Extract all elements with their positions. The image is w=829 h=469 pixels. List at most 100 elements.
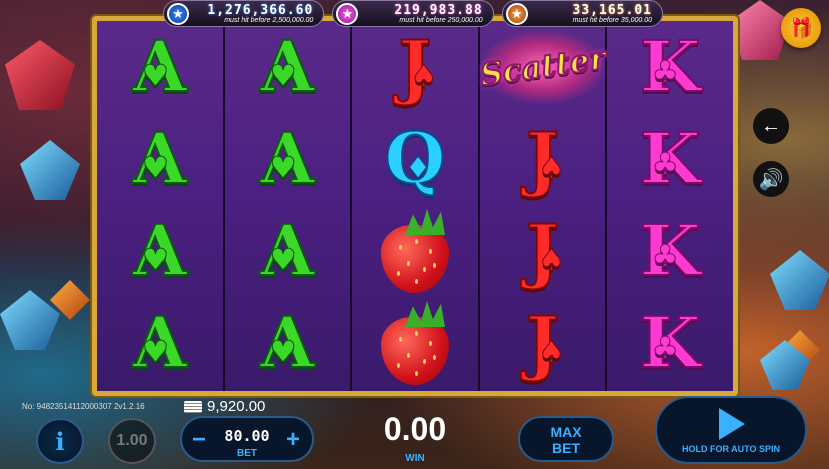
ticket-number: No: 94823514112000307 2v1.2.16 [22,402,145,411]
reel-2: A ♥ A ♥ A ♥ A ♥ [224,21,353,391]
symbol-letter: J ♠ [525,209,565,292]
suit-icon: ♠ [538,151,566,186]
spin-button[interactable]: HOLD FOR AUTO SPIN [655,396,807,464]
jackpot-major: ★ 219,983.88 must hit before 250,000.00 [332,0,494,27]
reel-1: A ♥ A ♥ A ♥ A ♥ [97,21,225,391]
speaker-icon[interactable]: 🔊 [753,161,789,197]
symbol-letter: Q ♦ [383,117,446,200]
symbol-letter: A ♥ [132,301,188,384]
symbol-letter: A ♥ [259,301,315,384]
jackpot-minor: ★ 33,165.01 must hit before 35,000.00 [501,0,663,27]
symbol-k: K ♣ [607,21,733,113]
suit-icon: ♥ [142,335,170,370]
symbol-a: A ♥ [225,21,351,113]
symbol-letter: A ♥ [259,209,315,292]
suit-icon: ♥ [269,243,297,278]
symbol-letter: A ♥ [132,25,188,108]
reel-5: K ♣ K ♣ K ♣ K ♣ [607,21,733,391]
info-button[interactable]: i [36,418,84,464]
reels: A ♥ A ♥ A ♥ A ♥ A ♥ A ♥ A ♥ A ♥ J ♠ Q ♦ Scatter J ♠ J ♠ J ♠ K ♣ K ♣ K ♣ K… [97,21,733,391]
gift-icon[interactable]: 🎁 [781,8,821,48]
balance-display: 9,920.00 [184,398,265,415]
reel-frame: A ♥ A ♥ A ♥ A ♥ A ♥ A ♥ A ♥ A ♥ J ♠ Q ♦ Scatter J ♠ J ♠ J ♠ K ♣ K ♣ K ♣ K… [92,16,738,396]
bet-increase-button[interactable]: + [286,426,300,454]
symbol-strawberry [352,205,478,297]
symbol-a: A ♥ [97,205,223,297]
star-icon: ★ [336,3,359,25]
symbol-letter: K ♣ [639,117,702,200]
jackpot-note: must hit before 35,000.00 [572,17,652,24]
bet-control: − 80.00 BET + [180,416,314,462]
symbol-letter: A ♥ [132,209,188,292]
background-blue-gem [20,140,80,200]
jackpot-note: must hit before 250,000.00 [399,17,483,24]
suit-icon: ♣ [651,55,679,90]
suit-icon: ♥ [142,151,170,186]
background-red-gem [5,40,75,110]
suit-icon: ♠ [538,243,566,278]
symbol-strawberry [352,297,478,389]
symbol-k: K ♣ [607,205,733,297]
back-arrow-icon[interactable]: ← [753,108,789,144]
symbol-letter: A ♥ [259,117,315,200]
background-blue-gem [770,250,829,310]
symbol-a: A ♥ [225,113,351,205]
jackpot-grand: ★ 1,276,366.60 must hit before 2,500,000… [163,0,325,27]
symbol-letter: J ♠ [525,301,565,384]
scatter-badge: Scatter [477,30,609,104]
symbol-k: K ♣ [607,297,733,389]
star-icon: ★ [167,3,189,25]
suit-icon: ♥ [269,335,297,370]
win-label: WIN [405,453,425,464]
symbol-a: A ♥ [97,113,223,205]
jackpot-value: 33,165.01 [572,3,652,18]
speed-button[interactable]: 1.00 [108,418,156,464]
win-value: 0.00 [383,411,447,447]
scatter-label: Scatter [477,39,609,94]
play-icon [719,408,745,440]
symbol-letter: J ♠ [525,117,565,200]
symbol-letter: J ♠ [397,25,438,108]
symbol-j: J ♠ [352,21,478,113]
symbol-k: K ♣ [607,113,733,205]
symbol-q: Q ♦ [352,113,478,205]
game-stage: A ♥ A ♥ A ♥ A ♥ A ♥ A ♥ A ♥ A ♥ J ♠ Q ♦ Scatter J ♠ J ♠ J ♠ K ♣ K ♣ K ♣ K… [0,0,829,469]
symbol-a: A ♥ [225,297,351,389]
strawberry-icon [379,209,451,293]
symbol-a: A ♥ [225,205,351,297]
suit-icon: ♥ [142,243,170,278]
spin-label: HOLD FOR AUTO SPIN [681,444,780,454]
suit-icon: ♣ [651,239,679,274]
symbol-j: J ♠ [480,205,606,297]
symbol-letter: K ♣ [639,25,702,108]
symbol-a: A ♥ [97,21,223,113]
suit-icon: ♥ [269,59,297,94]
symbol-j: J ♠ [480,113,606,205]
suit-icon: ♠ [538,335,566,370]
suit-icon: ♣ [651,147,679,182]
strawberry-icon [379,301,451,385]
suit-icon: ♥ [269,151,297,186]
symbol-letter: A ♥ [259,25,315,108]
max-bet-button[interactable]: MAX BET [518,416,614,462]
suit-icon: ♥ [142,59,170,94]
suit-icon: ♠ [410,59,438,94]
jackpot-value: 1,276,366.60 [207,3,314,18]
balance-value: 9,920.00 [207,398,266,415]
symbol-letter: A ♥ [132,117,188,200]
jackpot-bar: ★ 1,276,366.60 must hit before 2,500,000… [163,0,663,30]
reel-3: J ♠ Q ♦ [352,21,480,391]
max-bet-label-line2: BET [552,440,580,456]
coins-icon [184,400,202,413]
symbol-letter: K ♣ [639,301,702,384]
symbol-scatter: Scatter [477,21,609,113]
jackpot-value: 219,983.88 [394,3,483,18]
star-icon: ★ [505,3,528,25]
symbol-a: A ♥ [97,297,223,389]
suit-icon: ♣ [651,331,679,366]
suit-icon: ♦ [404,151,432,186]
max-bet-label-line1: MAX [550,424,582,440]
reel-4: Scatter J ♠ J ♠ J ♠ [477,21,609,391]
symbol-j: J ♠ [480,297,606,389]
symbol-letter: K ♣ [639,209,702,292]
